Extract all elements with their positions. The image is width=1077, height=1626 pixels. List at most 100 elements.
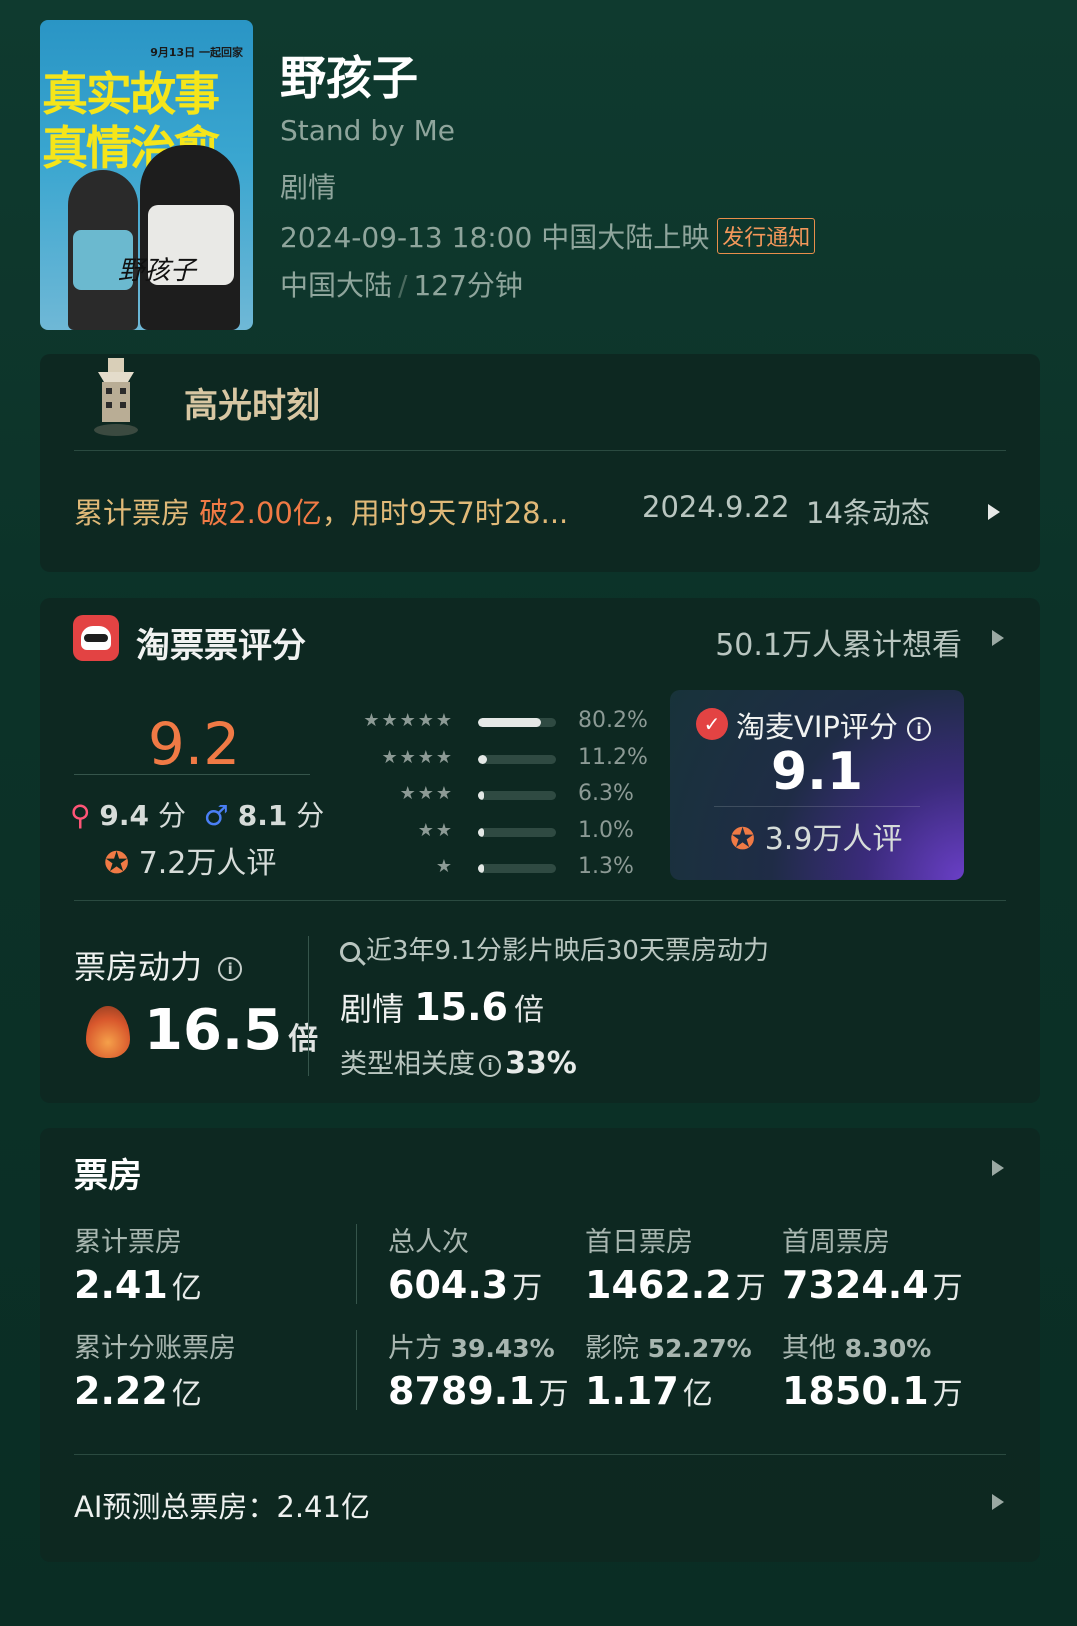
want-to-see-count[interactable]: 50.1万人累计想看 <box>715 620 962 664</box>
info-icon[interactable]: i <box>218 957 243 981</box>
genre-power-value: 15.6 <box>414 985 508 1029</box>
relevance-label: 类型相关度 <box>340 1049 475 1080</box>
stat-value: 2.41 亿 <box>74 1263 202 1307</box>
vip-raters-text: 3.9万人评 <box>764 822 903 857</box>
stat-cinema-share: 影院 52.27% 1.17 亿 <box>585 1326 752 1413</box>
release-info: 2024-09-13 18:00 中国大陆上映 <box>280 221 710 254</box>
dist-fill <box>478 754 487 764</box>
star-badge-icon: ✪ <box>730 822 756 857</box>
boxoffice-power-value: 16.5 倍 <box>144 998 318 1063</box>
dist-bar <box>478 864 556 873</box>
highlight-count[interactable]: 14条动态 <box>806 490 930 532</box>
taomai-logo-icon: ✓ <box>696 708 728 740</box>
power-reference-text: 近3年9.1分影片映后30天票房动力 <box>366 936 769 966</box>
movie-genre: 剧情 <box>280 171 337 204</box>
boxoffice-title: 票房 <box>74 1156 142 1196</box>
movie-region: 中国大陆 <box>280 269 393 302</box>
power-value-number: 16.5 <box>144 998 283 1063</box>
boxoffice-divider <box>74 1454 1006 1455</box>
boxoffice-arrow-icon[interactable] <box>992 1160 1004 1176</box>
info-icon[interactable]: i <box>907 717 932 741</box>
vip-score-panel[interactable]: ✓ 淘麦VIP评分 i 9.1 ✪ 3.9万人评 <box>670 690 964 880</box>
stat-value: 1.17 亿 <box>585 1369 713 1413</box>
rating-card: 淘票票评分 50.1万人累计想看 9.2 ⚲ 9.4 分 ♂ 8.1 分 ✪ 7… <box>40 598 1040 1103</box>
stat-other-share: 其他 8.30% 1850.1 万 <box>782 1326 963 1413</box>
film-tower-icon <box>94 358 138 436</box>
stat-label: 首日票房 <box>585 1227 693 1258</box>
boxoffice-card: 票房 累计票房 2.41 亿 总人次 604.3 万 首日票房 1462.2 万 首周… <box>40 1128 1040 1562</box>
stat-first-week: 首周票房 7324.4 万 <box>782 1220 963 1307</box>
highlight-hot: 破2.00亿 <box>199 496 322 530</box>
rating-divider <box>74 900 1006 901</box>
vip-raters: ✪ 3.9万人评 <box>730 814 902 858</box>
want-arrow-icon[interactable] <box>992 630 1004 646</box>
raters-count: ✪ 7.2万人评 <box>104 838 276 882</box>
stat-divider <box>356 1330 357 1410</box>
stat-label: 影院 52.27% <box>585 1333 752 1364</box>
raters-text: 7.2万人评 <box>138 846 277 881</box>
stat-value: 1462.2 万 <box>585 1263 766 1307</box>
male-icon: ♂ <box>203 799 229 832</box>
highlight-divider <box>74 450 1006 451</box>
stat-admissions: 总人次 604.3 万 <box>388 1220 542 1307</box>
highlight-card[interactable]: 高光时刻 累计票房 破2.00亿，用时9天7时28... 2024.9.22 1… <box>40 354 1040 572</box>
power-unit: 倍 <box>288 1022 319 1057</box>
movie-duration: 127分钟 <box>413 269 523 302</box>
movie-poster[interactable]: 9月13日 一起回家 真实故事 真情治愈 野孩子 <box>40 20 253 330</box>
dist-bar <box>478 791 556 800</box>
dist-row-2: ★★ 1.0% <box>280 816 650 853</box>
dist-pct: 11.2% <box>578 744 648 770</box>
stat-value: 7324.4 万 <box>782 1263 963 1307</box>
dist-stars: ★★ <box>417 819 454 841</box>
boxoffice-power-label: 票房动力 i <box>74 942 243 988</box>
highlight-event[interactable]: 累计票房 破2.00亿，用时9天7时28... <box>74 490 568 532</box>
stat-label: 其他 8.30% <box>782 1333 932 1364</box>
score-divider <box>74 774 310 775</box>
poster-figure-older <box>140 145 240 330</box>
stat-producer-share: 片方 39.43% 8789.1 万 <box>388 1326 569 1413</box>
highlight-title: 高光时刻 <box>184 386 320 426</box>
movie-meta: 中国大陆/127分钟 <box>280 264 523 304</box>
ai-prediction-arrow-icon[interactable] <box>992 1494 1004 1510</box>
flame-icon <box>86 1006 130 1058</box>
stat-first-day: 首日票房 1462.2 万 <box>585 1220 766 1307</box>
overall-score: 9.2 <box>147 710 241 778</box>
dist-fill <box>478 791 485 800</box>
movie-header: 9月13日 一起回家 真实故事 真情治愈 野孩子 野孩子 Stand by Me… <box>40 20 1040 330</box>
meta-separator: / <box>398 269 408 302</box>
stat-value: 604.3 万 <box>388 1263 543 1307</box>
vip-score: 9.1 <box>770 742 864 802</box>
dist-bar <box>478 827 556 837</box>
movie-title: 野孩子 <box>280 51 418 105</box>
highlight-suffix: ，用时9天7时28... <box>321 496 569 530</box>
genre-power-unit: 倍 <box>513 993 544 1028</box>
stat-label: 总人次 <box>388 1227 469 1258</box>
dist-fill <box>478 864 485 873</box>
relevance-value: 33% <box>505 1046 577 1081</box>
rating-distribution: ★★★★★ 80.2% ★★★★ 11.2% ★★★ 6.3% ★★ 1.0% … <box>280 706 650 889</box>
highlight-prefix: 累计票房 <box>74 496 200 530</box>
stat-label: 片方 39.43% <box>388 1333 555 1364</box>
female-icon: ⚲ <box>70 799 91 832</box>
info-icon[interactable]: i <box>479 1054 501 1077</box>
ai-prediction[interactable]: AI预测总票房：2.41亿 <box>74 1484 370 1526</box>
dist-stars: ★★★★★ <box>363 710 454 731</box>
stat-value: 2.22 亿 <box>74 1369 202 1413</box>
dist-pct: 1.0% <box>578 817 634 843</box>
dist-stars: ★★★★ <box>381 746 454 768</box>
power-reference: 近3年9.1分影片映后30天票房动力 <box>340 930 769 967</box>
dist-bar <box>478 754 556 764</box>
taopiaopiao-logo-icon <box>73 615 119 661</box>
power-divider <box>308 936 309 1076</box>
dist-row-1: ★ 1.3% <box>280 852 650 889</box>
release-notice-badge[interactable]: 发行通知 <box>717 218 816 254</box>
stat-value: 8789.1 万 <box>388 1369 569 1413</box>
dist-fill <box>478 718 541 727</box>
vip-title: 淘麦VIP评分 i <box>736 704 932 746</box>
search-icon <box>340 941 360 962</box>
stat-label: 累计分账票房 <box>74 1333 236 1364</box>
movie-release: 2024-09-13 18:00 中国大陆上映 发行通知 <box>280 216 816 256</box>
stat-value: 1850.1 万 <box>782 1369 963 1413</box>
dist-row-4: ★★★★ 11.2% <box>280 743 650 780</box>
highlight-arrow-icon[interactable] <box>988 504 1000 520</box>
